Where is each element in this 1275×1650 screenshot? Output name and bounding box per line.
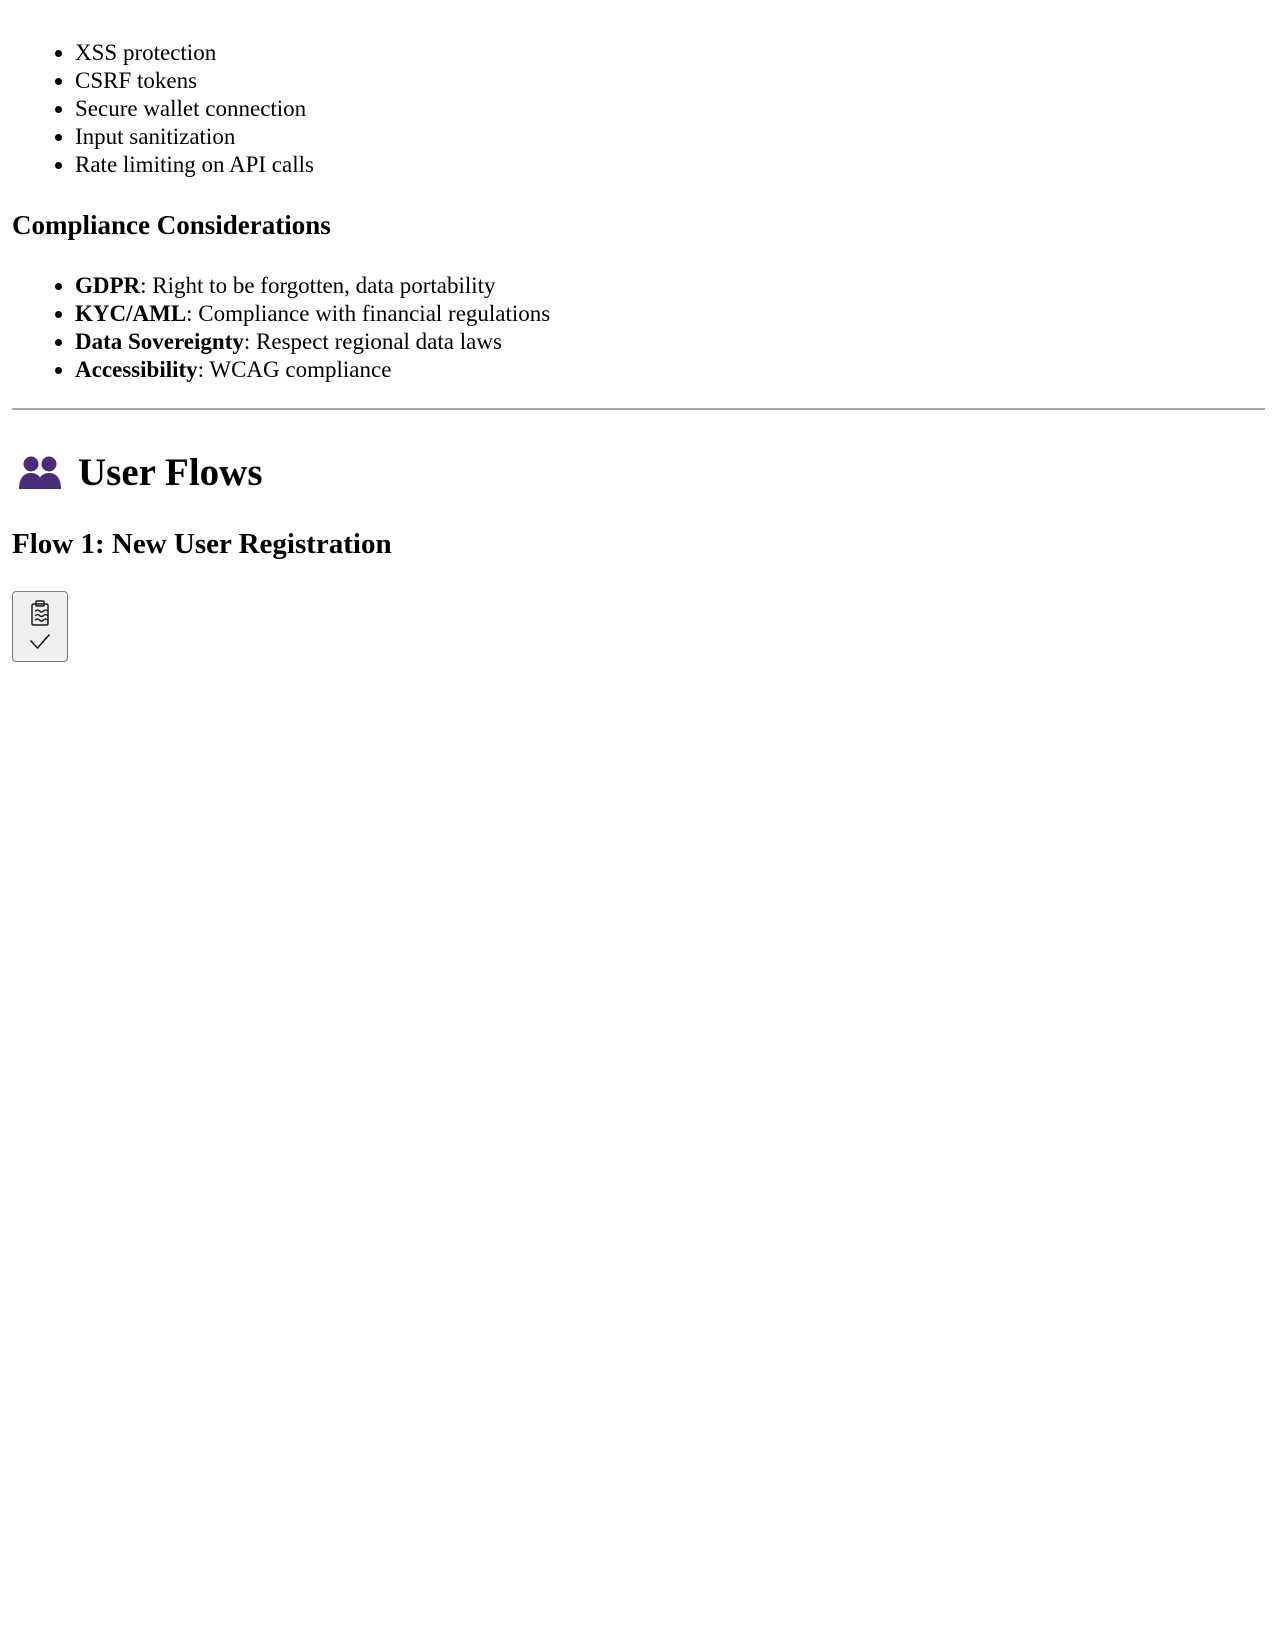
list-item: CSRF tokens xyxy=(75,67,314,95)
list-item-text: : Compliance with financial regulations xyxy=(186,301,551,326)
checkmark-icon xyxy=(13,629,67,659)
clipboard-check-button[interactable] xyxy=(12,591,68,662)
section-divider xyxy=(12,408,1265,410)
list-item: Secure wallet connection xyxy=(75,95,314,123)
list-item-text: : WCAG compliance xyxy=(197,357,392,382)
flow1-heading: Flow 1: New User Registration xyxy=(12,528,392,560)
list-item: Accessibility: WCAG compliance xyxy=(75,356,550,384)
list-item: Input sanitization xyxy=(75,123,314,151)
list-item: KYC/AML: Compliance with financial regul… xyxy=(75,300,550,328)
list-item-text: : Respect regional data laws xyxy=(243,329,502,354)
compliance-list: GDPR: Right to be forgotten, data portab… xyxy=(12,272,550,384)
list-item: Data Sovereignty: Respect regional data … xyxy=(75,328,550,356)
user-flows-heading: User Flows xyxy=(12,450,263,496)
list-item-term: KYC/AML xyxy=(75,301,187,326)
user-flows-title: User Flows xyxy=(78,451,263,494)
list-item-term: Accessibility xyxy=(75,357,198,382)
compliance-heading: Compliance Considerations xyxy=(12,210,331,240)
clipboard-icon xyxy=(13,595,67,629)
list-item: GDPR: Right to be forgotten, data portab… xyxy=(75,272,550,300)
list-item: XSS protection xyxy=(75,39,314,67)
list-item-term: GDPR xyxy=(75,273,141,298)
list-item-term: Data Sovereignty xyxy=(75,329,244,354)
people-icon xyxy=(18,453,62,493)
security-measures-list: XSS protection CSRF tokens Secure wallet… xyxy=(12,39,314,179)
list-item-text: : Right to be forgotten, data portabilit… xyxy=(140,273,496,298)
list-item: Rate limiting on API calls xyxy=(75,151,314,179)
